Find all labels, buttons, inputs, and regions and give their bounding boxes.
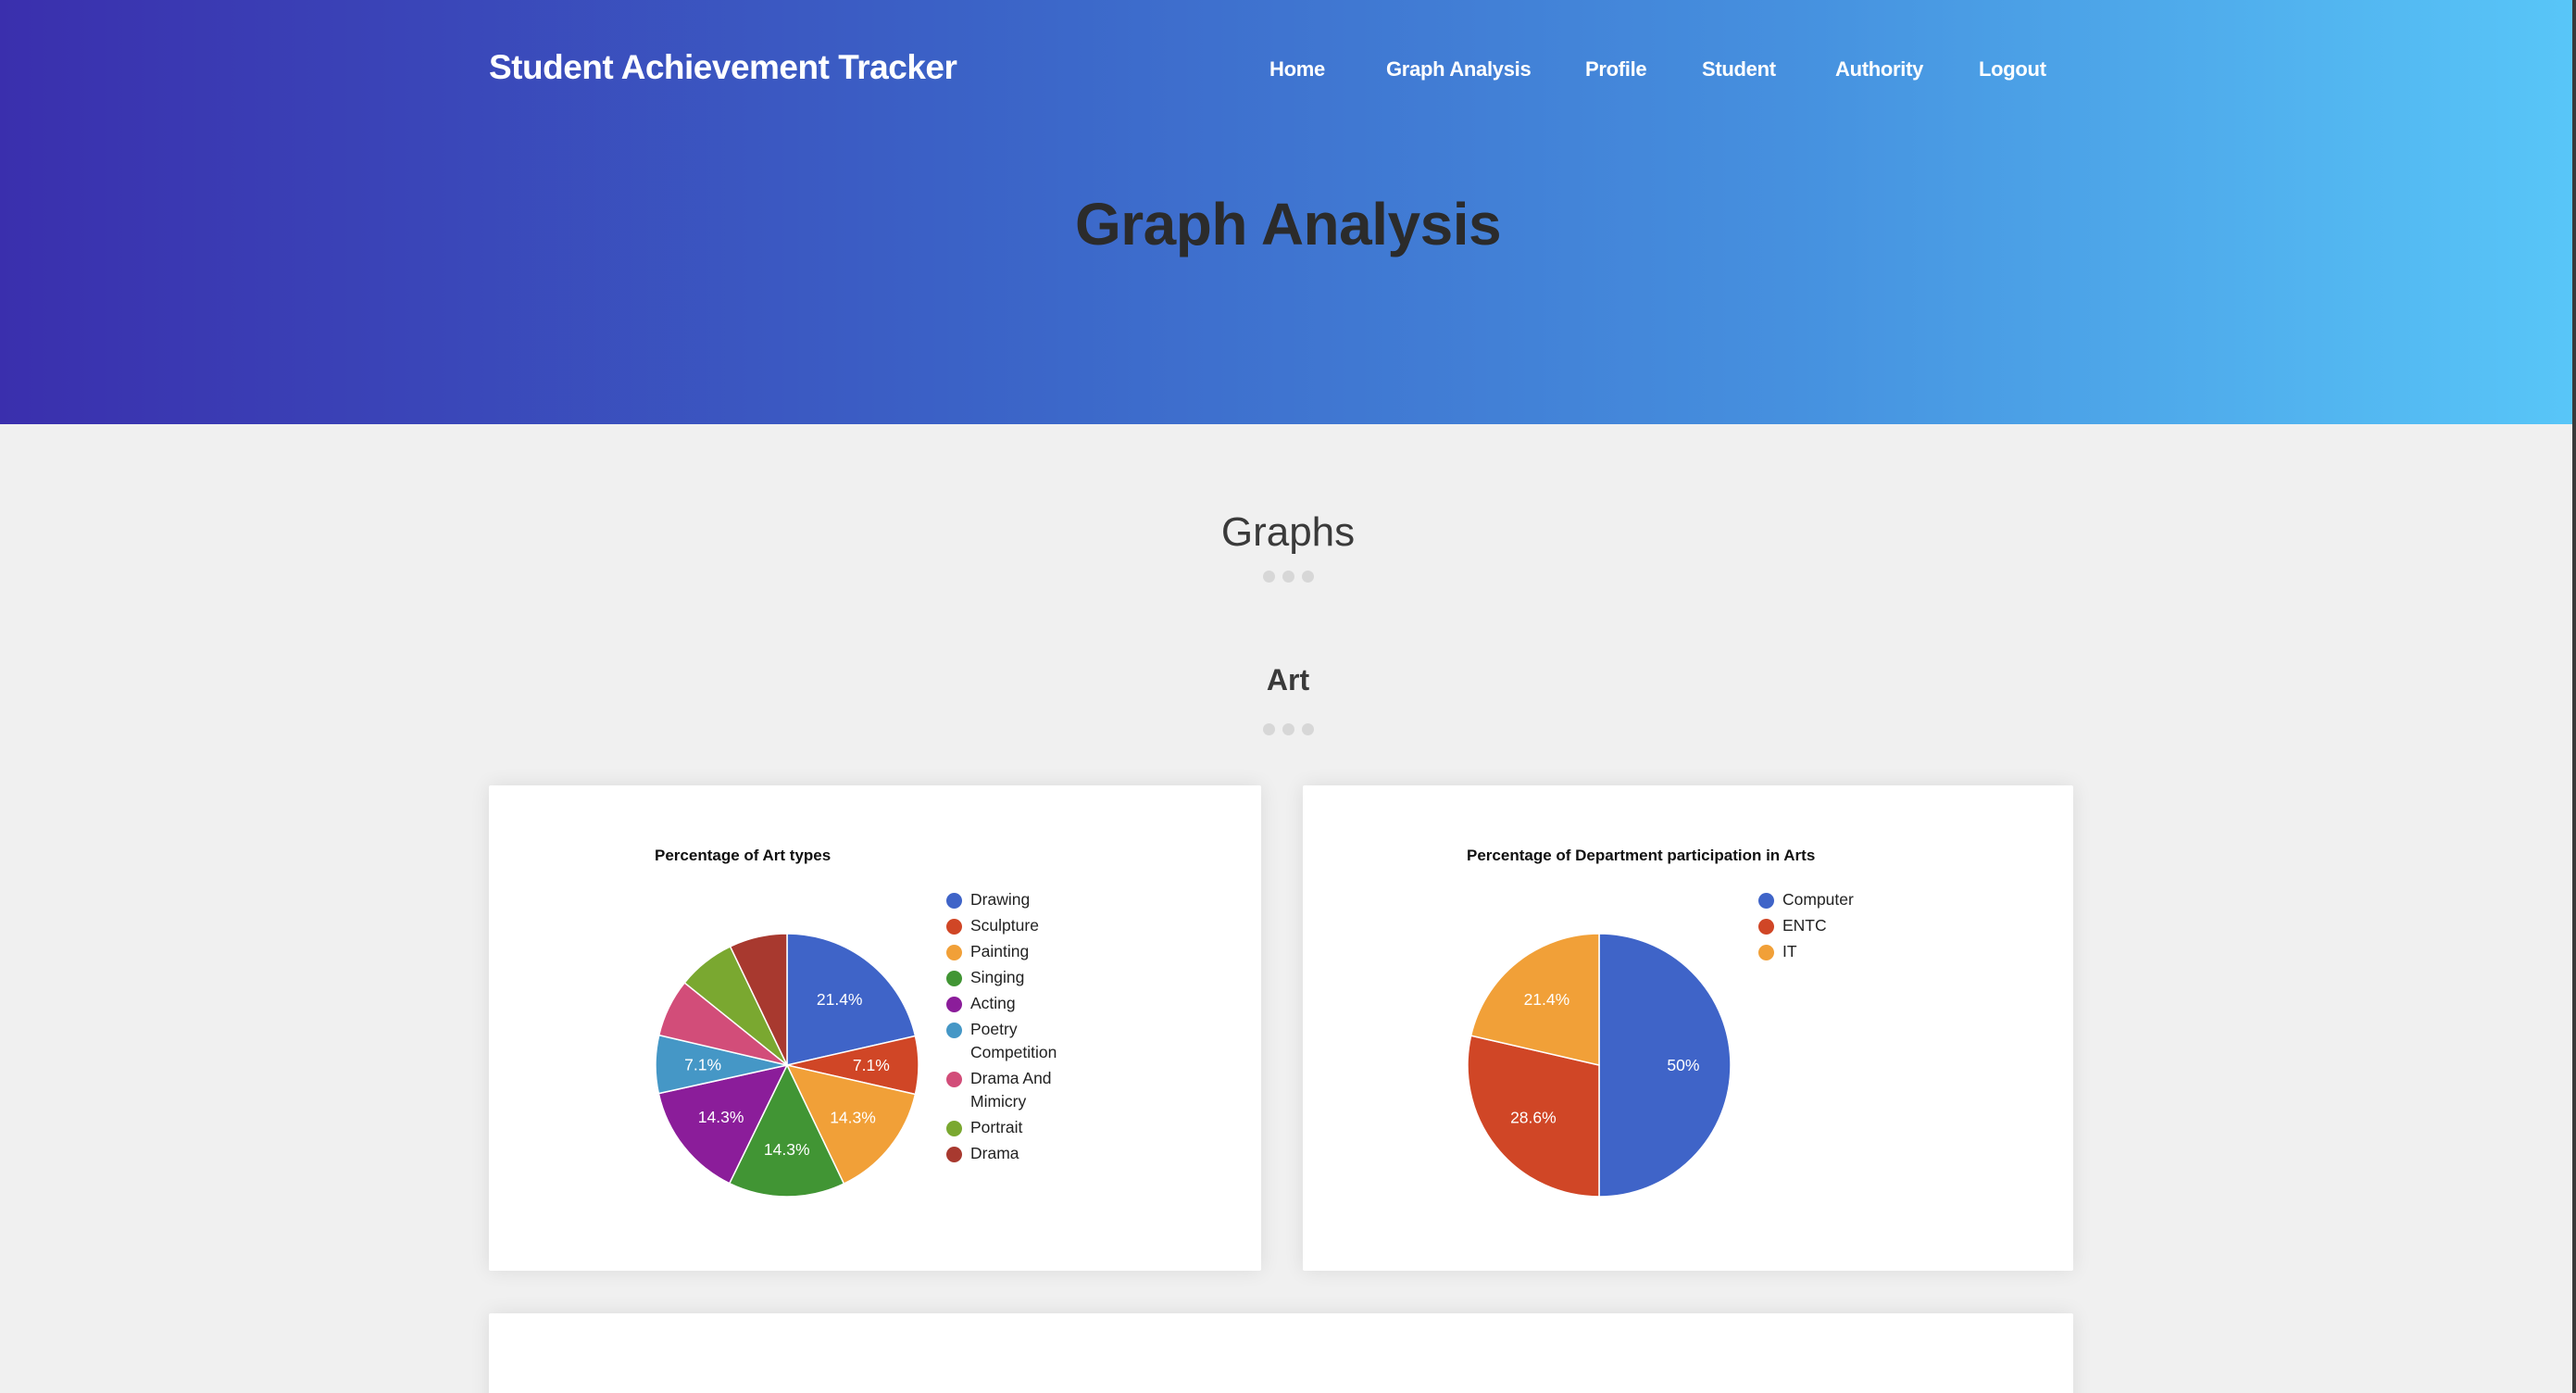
legend-label: Portrait bbox=[970, 1118, 1023, 1136]
legend-swatch bbox=[946, 1121, 962, 1136]
chart-title: Percentage of Art types bbox=[655, 847, 832, 864]
slice-data-label: 21.4% bbox=[817, 990, 863, 1009]
legend-item[interactable]: Drama bbox=[946, 1142, 1085, 1165]
nav-student[interactable]: Student bbox=[1702, 57, 1776, 82]
legend-label: IT bbox=[1782, 942, 1797, 960]
legend-label: Computer bbox=[1782, 890, 1854, 909]
legend-swatch bbox=[946, 893, 962, 909]
legend-item[interactable]: Portrait bbox=[946, 1116, 1085, 1139]
legend-item[interactable]: Sculpture bbox=[946, 914, 1085, 937]
chart-legend: Computer ENTC IT bbox=[1758, 888, 1897, 966]
legend-item[interactable]: Painting bbox=[946, 940, 1085, 963]
legend-label: Singing bbox=[970, 968, 1025, 986]
legend-item[interactable]: IT bbox=[1758, 940, 1897, 963]
slice-data-label: 28.6% bbox=[1510, 1109, 1557, 1127]
legend-item[interactable]: Drama And Mimicry bbox=[946, 1067, 1085, 1113]
slice-data-label: 7.1% bbox=[684, 1055, 721, 1073]
legend-label: Drama bbox=[970, 1144, 1019, 1162]
slice-data-label: 14.3% bbox=[764, 1140, 810, 1159]
legend-swatch bbox=[1758, 945, 1774, 960]
section-divider-dots bbox=[0, 571, 2576, 584]
legend-label: ENTC bbox=[1782, 916, 1827, 935]
slice-data-label: 14.3% bbox=[830, 1109, 876, 1127]
nav-graph-analysis[interactable]: Graph Analysis bbox=[1386, 57, 1532, 82]
legend-label: Acting bbox=[970, 994, 1016, 1012]
legend-swatch bbox=[946, 1023, 962, 1038]
main-nav: Home Graph Analysis Profile Student Auth… bbox=[0, 57, 2576, 85]
nav-authority[interactable]: Authority bbox=[1835, 57, 1923, 82]
legend-label: Sculpture bbox=[970, 916, 1039, 935]
legend-label: Painting bbox=[970, 942, 1030, 960]
nav-logout[interactable]: Logout bbox=[1979, 57, 2046, 82]
legend-item[interactable]: Drawing bbox=[946, 888, 1085, 911]
legend-swatch bbox=[946, 1147, 962, 1162]
legend-item[interactable]: Poetry Competition bbox=[946, 1018, 1085, 1064]
chart-card-next bbox=[489, 1313, 2073, 1393]
chart-title: Percentage of Department participation i… bbox=[1467, 847, 1816, 864]
chart-legend: Drawing Sculpture Painting Singing Acting Poe… bbox=[946, 888, 1085, 1168]
legend-label: Drama And Mimicry bbox=[970, 1069, 1052, 1111]
legend-swatch bbox=[946, 997, 962, 1012]
window-edge bbox=[2572, 0, 2576, 1393]
chart-card-art-types: Percentage of Art types 21.4% 7.1% 14.3% 14… bbox=[489, 785, 1261, 1271]
legend-item[interactable]: Computer bbox=[1758, 888, 1897, 911]
slice-data-label: 21.4% bbox=[1524, 990, 1570, 1009]
slice-data-label: 7.1% bbox=[853, 1056, 890, 1074]
pie-chart-art-types: 21.4% 7.1% 14.3% 14.3% 14.3% 7.1% bbox=[655, 933, 919, 1198]
slice-data-label: 50% bbox=[1667, 1056, 1699, 1074]
chart-card-department-participation: Percentage of Department participation i… bbox=[1303, 785, 2073, 1271]
legend-swatch bbox=[946, 1072, 962, 1087]
pie-slice-computer[interactable] bbox=[1598, 933, 1732, 1198]
legend-swatch bbox=[946, 945, 962, 960]
nav-home[interactable]: Home bbox=[1269, 57, 1325, 82]
page-title: Graph Analysis bbox=[1074, 191, 1502, 257]
legend-item[interactable]: Acting bbox=[946, 992, 1085, 1015]
nav-profile[interactable]: Profile bbox=[1585, 57, 1647, 82]
legend-item[interactable]: ENTC bbox=[1758, 914, 1897, 937]
subsection-divider-dots bbox=[0, 723, 2576, 736]
hero-banner: Student Achievement Tracker Home Graph A… bbox=[0, 0, 2576, 424]
legend-item[interactable]: Singing bbox=[946, 966, 1085, 989]
legend-swatch bbox=[1758, 919, 1774, 935]
legend-swatch bbox=[946, 971, 962, 986]
legend-swatch bbox=[1758, 893, 1774, 909]
section-title: Graphs bbox=[1220, 509, 1356, 555]
legend-label: Drawing bbox=[970, 890, 1031, 909]
legend-swatch bbox=[946, 919, 962, 935]
legend-label: Poetry Competition bbox=[970, 1020, 1057, 1061]
pie-chart-department-participation: 50% 28.6% 21.4% bbox=[1467, 933, 1732, 1198]
slice-data-label: 14.3% bbox=[698, 1108, 744, 1126]
subsection-title: Art bbox=[1266, 663, 1310, 696]
